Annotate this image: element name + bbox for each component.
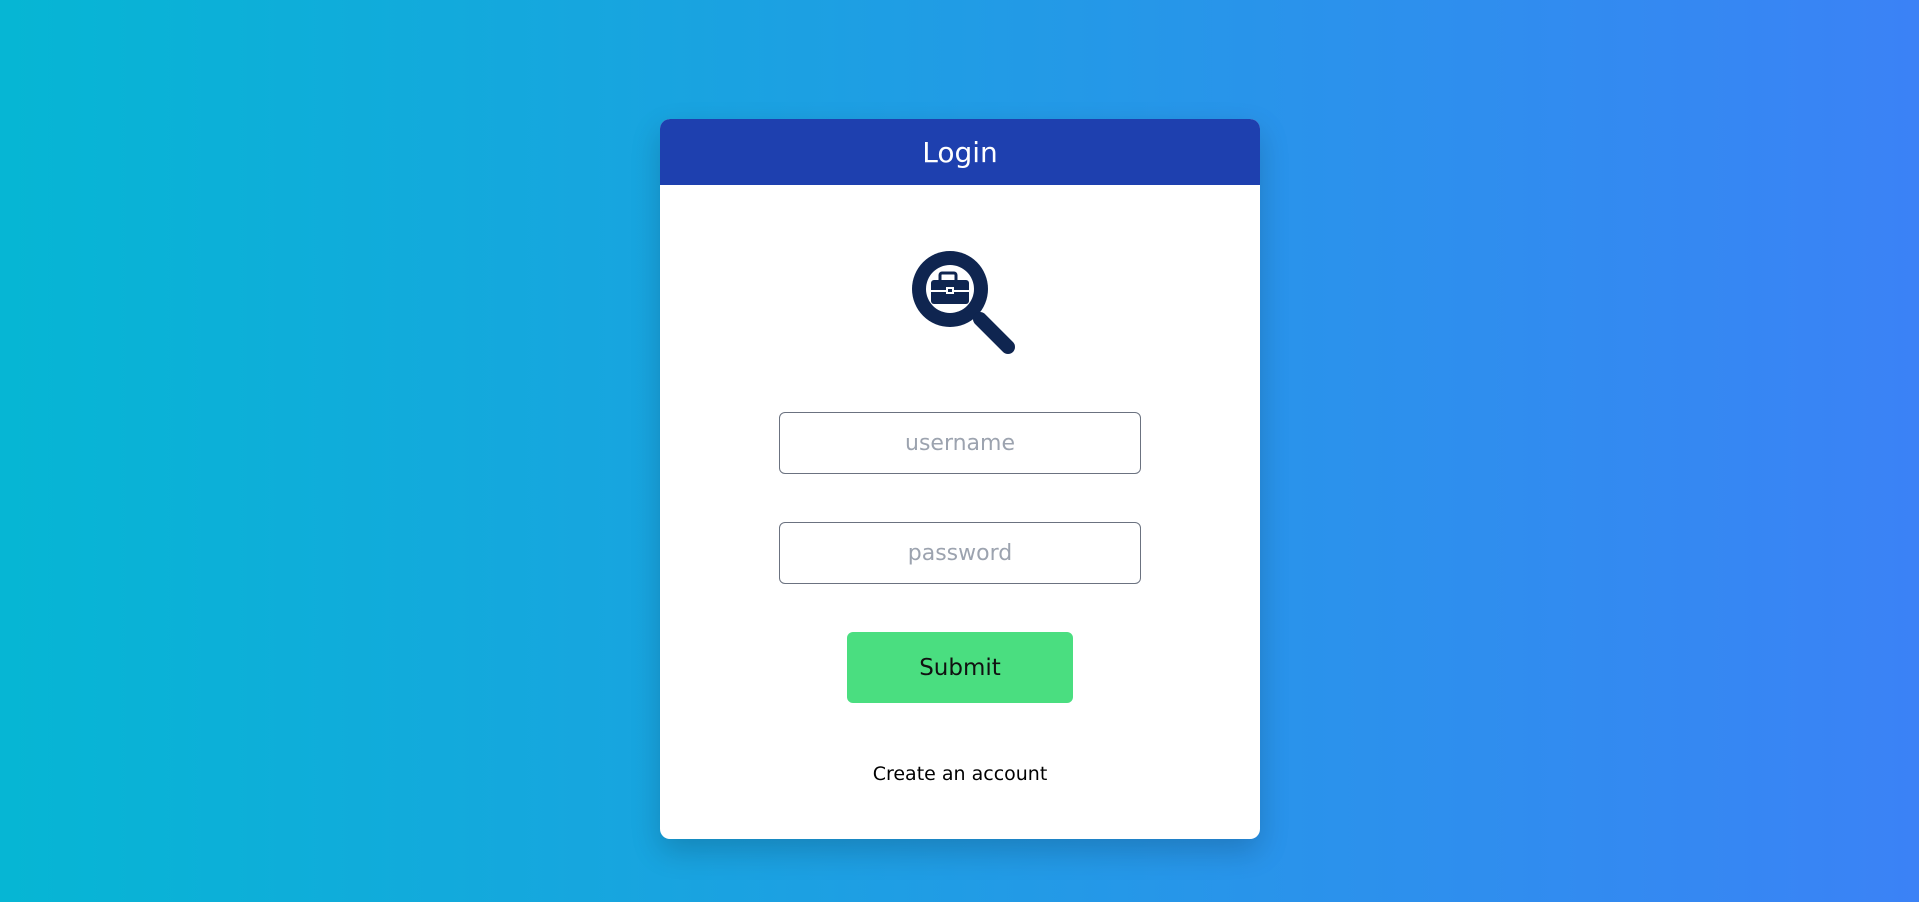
submit-button[interactable]: Submit xyxy=(847,632,1073,703)
login-page: { "header": { "title": "Login" }, "logo"… xyxy=(0,0,1919,902)
login-header: Login xyxy=(660,119,1260,185)
password-input[interactable] xyxy=(779,522,1141,584)
username-input[interactable] xyxy=(779,412,1141,474)
job-search-icon xyxy=(904,243,1020,359)
login-card: Login Submit Create an account xyxy=(660,119,1260,839)
create-account-link[interactable]: Create an account xyxy=(660,763,1260,785)
page-title: Login xyxy=(922,135,998,169)
